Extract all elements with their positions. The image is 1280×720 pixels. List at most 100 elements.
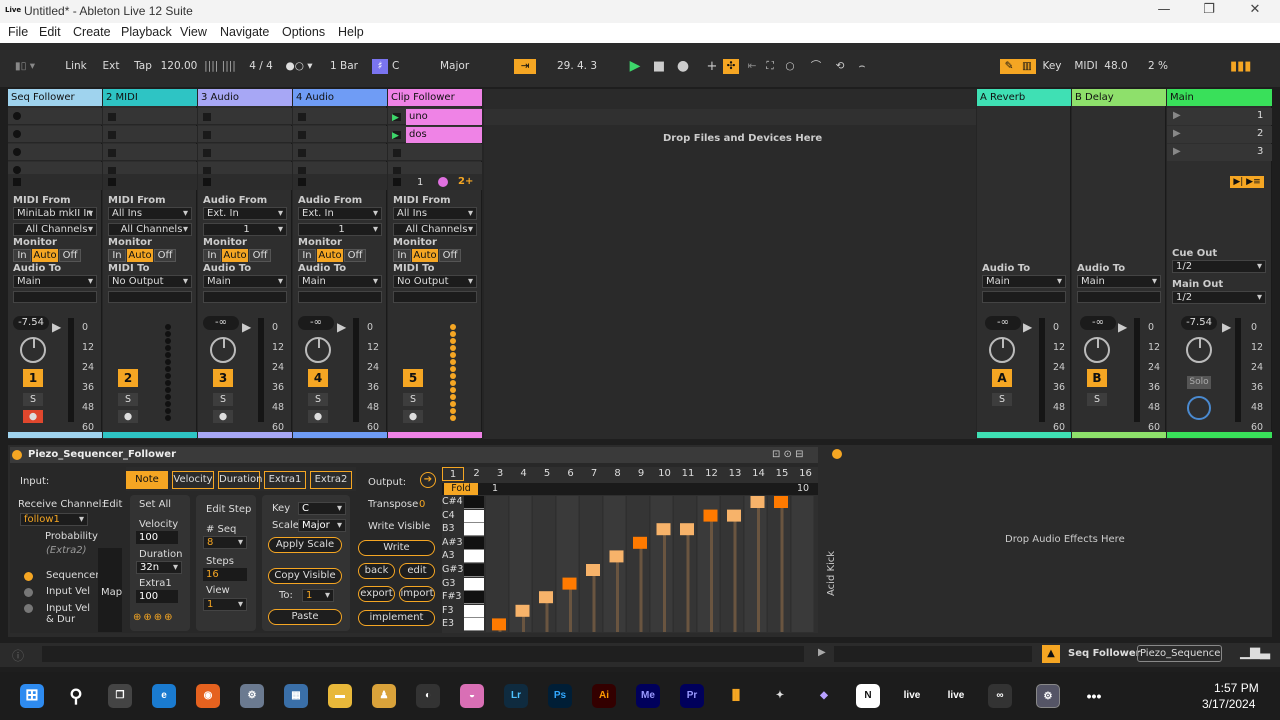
clip-slot[interactable] [8,126,102,143]
windows-start-icon[interactable]: ⊞ [20,684,44,708]
clip-slot[interactable] [293,126,387,143]
return-volume-field[interactable]: -∞ [985,316,1021,330]
arm-button[interactable]: ● [308,410,328,423]
arm-button[interactable]: ● [118,410,138,423]
clip-slot[interactable] [293,108,387,125]
cue-out-select[interactable]: 1/2 [1172,260,1266,273]
search-icon[interactable]: ⚲ [64,684,88,708]
metronome-icon[interactable]: ●○ ▾ [284,59,314,74]
apply-scale-button[interactable]: Apply Scale [268,537,342,553]
solo-button[interactable]: S [213,393,233,406]
monitor-in-button[interactable]: In [298,249,316,262]
channel-select[interactable]: 1 [203,223,287,236]
audio-effects-zone[interactable] [855,463,1272,633]
scale-mode-icon[interactable]: ♯ [372,59,388,74]
return-pan-knob[interactable] [1084,337,1110,363]
output-channel-box[interactable] [108,291,192,303]
transpose-value[interactable]: 0 [419,499,425,510]
track-header[interactable]: Clip Follower [388,89,482,106]
output-channel-box[interactable] [393,291,477,303]
paste-button[interactable]: Paste [268,609,342,625]
overflow-icon[interactable]: ••• [1082,684,1106,708]
monitor-auto-button[interactable]: Auto [32,249,58,262]
piano-key[interactable] [464,577,484,591]
clip-slot[interactable] [388,144,482,161]
menu-file[interactable]: File [8,25,28,39]
return-output-channel[interactable] [1077,291,1161,303]
import-button[interactable]: import [399,586,435,602]
solo-button[interactable]: S [308,393,328,406]
menu-help[interactable]: Help [338,25,364,39]
monitor-in-button[interactable]: In [393,249,411,262]
minimize-icon[interactable]: — [1154,2,1174,17]
copy-visible-button[interactable]: Copy Visible [268,568,342,584]
stop-icon[interactable]: ■ [650,59,668,74]
sends-toggle-icon[interactable]: ▶ [1222,320,1231,334]
device-controls-icon[interactable]: ⊡ ⊙ ⊟ [772,449,804,460]
volume-field[interactable]: -∞ [203,316,239,330]
sample-rate-field[interactable]: 48.0 [1102,59,1130,74]
return-activator[interactable]: B [1087,369,1107,387]
track-header[interactable]: 3 Audio [198,89,292,106]
sends-toggle-icon[interactable]: ▶ [242,320,251,334]
piano-key[interactable] [464,591,484,605]
back-to-arrangement-icon[interactable]: ⇤ [744,59,760,74]
return-pan-knob[interactable] [989,337,1015,363]
return-output-channel[interactable] [982,291,1066,303]
link-button[interactable]: Link [62,59,90,74]
scale-select-device[interactable]: Major [298,519,346,532]
back-button[interactable]: back [358,563,395,579]
monitor-in-button[interactable]: In [108,249,126,262]
track-activator[interactable]: 2 [118,369,138,387]
pan-knob[interactable] [210,337,236,363]
clock-date[interactable]: 3/17/2024 [1202,697,1255,711]
step-number[interactable]: 10 [654,467,676,481]
solo-mode-button[interactable]: Solo [1187,376,1211,389]
clip-slot[interactable] [198,126,292,143]
bolt-app-icon[interactable]: ◆ [812,684,836,708]
menu-view[interactable]: View [180,25,207,39]
write-button[interactable]: Write [358,540,435,556]
link-app-icon[interactable]: ∞ [988,684,1012,708]
menu-edit[interactable]: Edit [39,25,61,39]
clip-slot[interactable] [198,108,292,125]
scene-slot[interactable]: ▶ 2 [1167,126,1272,143]
seq-select[interactable]: 8 [203,536,247,549]
step-number[interactable]: 2 [466,467,488,481]
device-power-icon[interactable] [12,450,22,460]
ext-button[interactable]: Ext [100,59,122,74]
piano-key[interactable] [464,618,484,632]
output-arrow-icon[interactable]: ➔ [420,472,436,488]
channel-select[interactable]: All Channels [13,223,97,236]
step-number[interactable]: 3 [489,467,511,481]
key-map-button[interactable]: Key [1040,59,1064,74]
track-activator[interactable]: 3 [213,369,233,387]
sends-toggle-icon[interactable]: ▶ [337,320,346,334]
monitor-in-button[interactable]: In [13,249,31,262]
output-select[interactable]: No Output [393,275,477,288]
output-select[interactable]: Main [13,275,97,288]
monitor-off-button[interactable]: Off [344,249,366,262]
mixer-icon[interactable]: ▁▆▃ [1240,645,1270,660]
input-select[interactable]: Ext. In [203,207,287,220]
premiere-icon[interactable]: Pr [680,684,704,708]
step-number[interactable]: 1 [442,467,464,481]
clip-slot[interactable] [8,108,102,125]
step-grid-svg[interactable] [486,496,816,632]
lightroom-icon[interactable]: Lr [504,684,528,708]
scale-select[interactable]: Major [440,59,504,74]
solo-button[interactable]: S [23,393,43,406]
input-select[interactable]: MiniLab mkII In [13,207,97,220]
monitor-auto-button[interactable]: Auto [317,249,343,262]
duration-select[interactable]: 32n [136,561,182,574]
maximize-icon[interactable]: ❐ [1199,2,1219,17]
play-icon[interactable]: ▶ [626,59,644,74]
return-header[interactable]: B Delay [1072,89,1166,106]
sends-toggle-icon[interactable]: ▶ [1118,320,1127,334]
clip-slot[interactable] [8,144,102,161]
volume-field[interactable]: -7.54 [13,316,49,330]
follow-icon[interactable]: ⇥ [514,59,536,74]
arm-button[interactable]: ● [23,410,43,423]
input-select[interactable]: All Ins [108,207,192,220]
key-select[interactable]: C [392,59,432,74]
